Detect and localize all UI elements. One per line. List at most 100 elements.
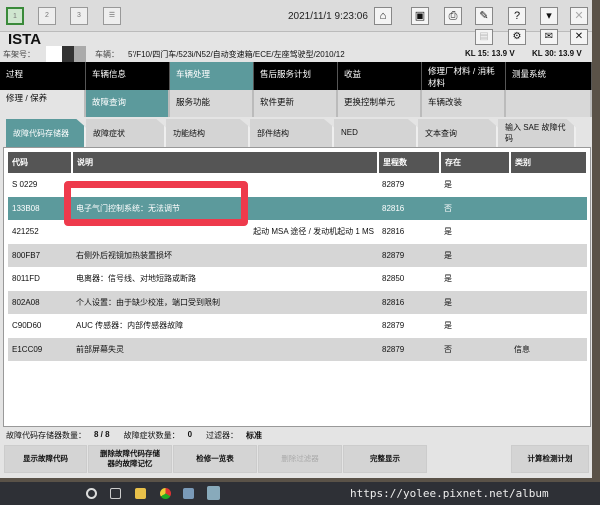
dtc-count-label: 故障代码存储器数量：: [6, 431, 86, 440]
close-icon[interactable]: ✕: [570, 7, 588, 25]
category: [510, 220, 587, 244]
sub-menu: 修理 / 保养 故障查询 服务功能 软件更新 更换控制单元 车辆改装: [0, 90, 592, 117]
ista-app-icon[interactable]: [207, 486, 220, 500]
vehicle-label: 车辆：: [95, 50, 119, 59]
fault-code: 133B08: [8, 196, 72, 220]
top-toolbar: 1 2 3 ☰ 2021/11/1 9:23:06 ⌂ ▣ ⎙ ✎ ? ▾ ✕: [0, 0, 592, 32]
search-icon[interactable]: [86, 488, 97, 499]
mileage: 82816: [378, 290, 440, 314]
table-row[interactable]: E1CC09 前部屏幕失灵 82879 否信息: [8, 337, 587, 361]
fault-code: S 0229: [12, 180, 38, 190]
present: 否: [440, 337, 510, 361]
dtc-count: 8 / 8: [94, 430, 110, 439]
list-icon[interactable]: ☰: [103, 7, 121, 25]
category: [510, 267, 587, 291]
present: 是: [440, 290, 510, 314]
delete-fault-memory-button[interactable]: 删除故障代码存储器的故障记忆: [88, 445, 172, 473]
menu-service-plan[interactable]: 售后服务计划: [254, 62, 338, 90]
category: [510, 314, 587, 338]
mileage: 82879: [378, 243, 440, 267]
tab-ned[interactable]: NED: [334, 119, 418, 147]
table-row[interactable]: 800FB7 右侧外后视镜加热装置损坏 82879 是: [8, 243, 587, 267]
full-display-button[interactable]: 完整显示: [343, 445, 427, 473]
tab-symptoms[interactable]: 故障症状: [86, 119, 166, 147]
submenu-replace-ecu[interactable]: 更换控制单元: [338, 90, 422, 117]
table-row[interactable]: 8011FD 电离器：信号线、对地短路或断路 82850 是: [8, 267, 587, 291]
fault-code: C90D60: [12, 321, 42, 331]
category: [510, 173, 587, 197]
mileage: 82816: [378, 196, 440, 220]
menu-measurement[interactable]: 测量系统: [506, 62, 592, 90]
col-present[interactable]: 存在: [440, 152, 511, 173]
fault-description: AUC 传感器：内部传感器故障: [76, 321, 184, 331]
status-bar: 故障代码存储器数量： 8 / 8 故障症状数量： 0 过滤器： 标准: [6, 430, 268, 441]
kl15: KL 15: 13.9 V: [465, 49, 515, 58]
app-icon[interactable]: [183, 488, 194, 499]
help-icon[interactable]: ?: [508, 7, 526, 25]
wrench-icon[interactable]: ✎: [475, 7, 493, 25]
repair-list-button[interactable]: 检修一览表: [173, 445, 257, 473]
file-explorer-icon[interactable]: [135, 488, 146, 499]
show-fault-codes-button[interactable]: 显示故障代码: [4, 445, 87, 473]
tab-text-search[interactable]: 文本查询: [418, 119, 498, 147]
submenu-repair[interactable]: 修理 / 保养: [0, 90, 86, 117]
symptom-count-label: 故障症状数量：: [123, 431, 180, 440]
submenu-vehicle-modification[interactable]: 车辆改装: [422, 90, 506, 117]
calculate-test-plan-button[interactable]: 计算检测计划: [511, 445, 589, 473]
symptom-count: 0: [187, 430, 193, 439]
fault-code: 800FB7: [8, 243, 72, 267]
session-tab-2[interactable]: 2: [38, 7, 56, 25]
fault-code: 802A08: [8, 290, 72, 314]
table-row[interactable]: C90D60 AUC 传感器：内部传感器故障 82879 是: [8, 314, 587, 338]
mileage: 82879: [382, 180, 405, 190]
mileage: 82879: [382, 321, 405, 331]
tab-function-structure[interactable]: 功能结构: [166, 119, 250, 147]
menu-workshop-materials[interactable]: 修理厂材料 / 消耗材料: [422, 62, 506, 90]
close-session-icon[interactable]: ✕: [570, 29, 588, 45]
menu-revenue[interactable]: 收益: [338, 62, 422, 90]
col-category[interactable]: 类别: [510, 152, 588, 173]
fault-description: 电离器：信号线、对地短路或断路: [76, 274, 196, 284]
vehicle-connect-icon[interactable]: ▣: [411, 7, 429, 25]
tab-sae-code[interactable]: 输入 SAE 故障代码: [498, 119, 576, 147]
menu-process[interactable]: 过程: [0, 62, 86, 90]
copy-icon[interactable]: ▤: [475, 29, 493, 45]
tab-fault-memory[interactable]: 故障代码存储器: [6, 119, 86, 147]
table-row[interactable]: 802A08 个人设置：由于缺少校准，端口受到限制 82816 是: [8, 290, 587, 314]
button-bar: 显示故障代码 删除故障代码存储器的故障记忆 检修一览表 删除过滤器 完整显示 计…: [4, 445, 589, 473]
datetime: 2021/11/1 9:23:06: [288, 11, 368, 22]
submenu-software-update[interactable]: 软件更新: [254, 90, 338, 117]
category: [510, 196, 587, 220]
minimize-icon[interactable]: ▾: [540, 7, 558, 25]
category: [510, 243, 587, 267]
submenu-service-functions[interactable]: 服务功能: [170, 90, 254, 117]
mail-icon[interactable]: ✉: [540, 29, 558, 45]
menu-vehicle-info[interactable]: 车辆信息: [86, 62, 170, 90]
delete-filter-button[interactable]: 删除过滤器: [258, 445, 342, 473]
gear-icon[interactable]: ⚙: [508, 29, 526, 45]
app-title: ISTA: [8, 31, 42, 48]
session-tab-1[interactable]: 1: [6, 7, 24, 25]
col-description[interactable]: 说明: [72, 152, 379, 173]
col-code[interactable]: 代码: [8, 152, 73, 173]
task-view-icon[interactable]: [110, 488, 121, 499]
filter-value: 标准: [246, 431, 263, 440]
tab-component-structure[interactable]: 部件结构: [250, 119, 334, 147]
tab-bar: 故障代码存储器 故障症状 功能结构 部件结构 NED 文本查询 输入 SAE 故…: [6, 119, 576, 147]
present: 是: [444, 180, 452, 190]
menu-vehicle-treatment[interactable]: 车辆处理: [170, 62, 254, 90]
submenu-fault-query[interactable]: 故障查询: [86, 90, 170, 117]
chrome-icon[interactable]: [160, 488, 171, 499]
fault-code: E1CC09: [8, 337, 72, 361]
home-icon[interactable]: ⌂: [374, 7, 392, 25]
mileage: 82816: [382, 227, 405, 237]
kl30: KL 30: 13.9 V: [532, 49, 582, 58]
session-tab-3[interactable]: 3: [70, 7, 88, 25]
mileage: 82879: [378, 337, 440, 361]
fault-description: 前部屏幕失灵: [72, 337, 378, 361]
submenu-empty: [506, 90, 592, 117]
highlight-annotation: [64, 181, 248, 226]
print-icon[interactable]: ⎙: [444, 7, 462, 25]
col-mileage[interactable]: 里程数: [378, 152, 441, 173]
vehicle-info: 5'/F10/四门车/523i/N52/自动变速箱/ECE/左座驾驶型/2010…: [128, 50, 345, 59]
